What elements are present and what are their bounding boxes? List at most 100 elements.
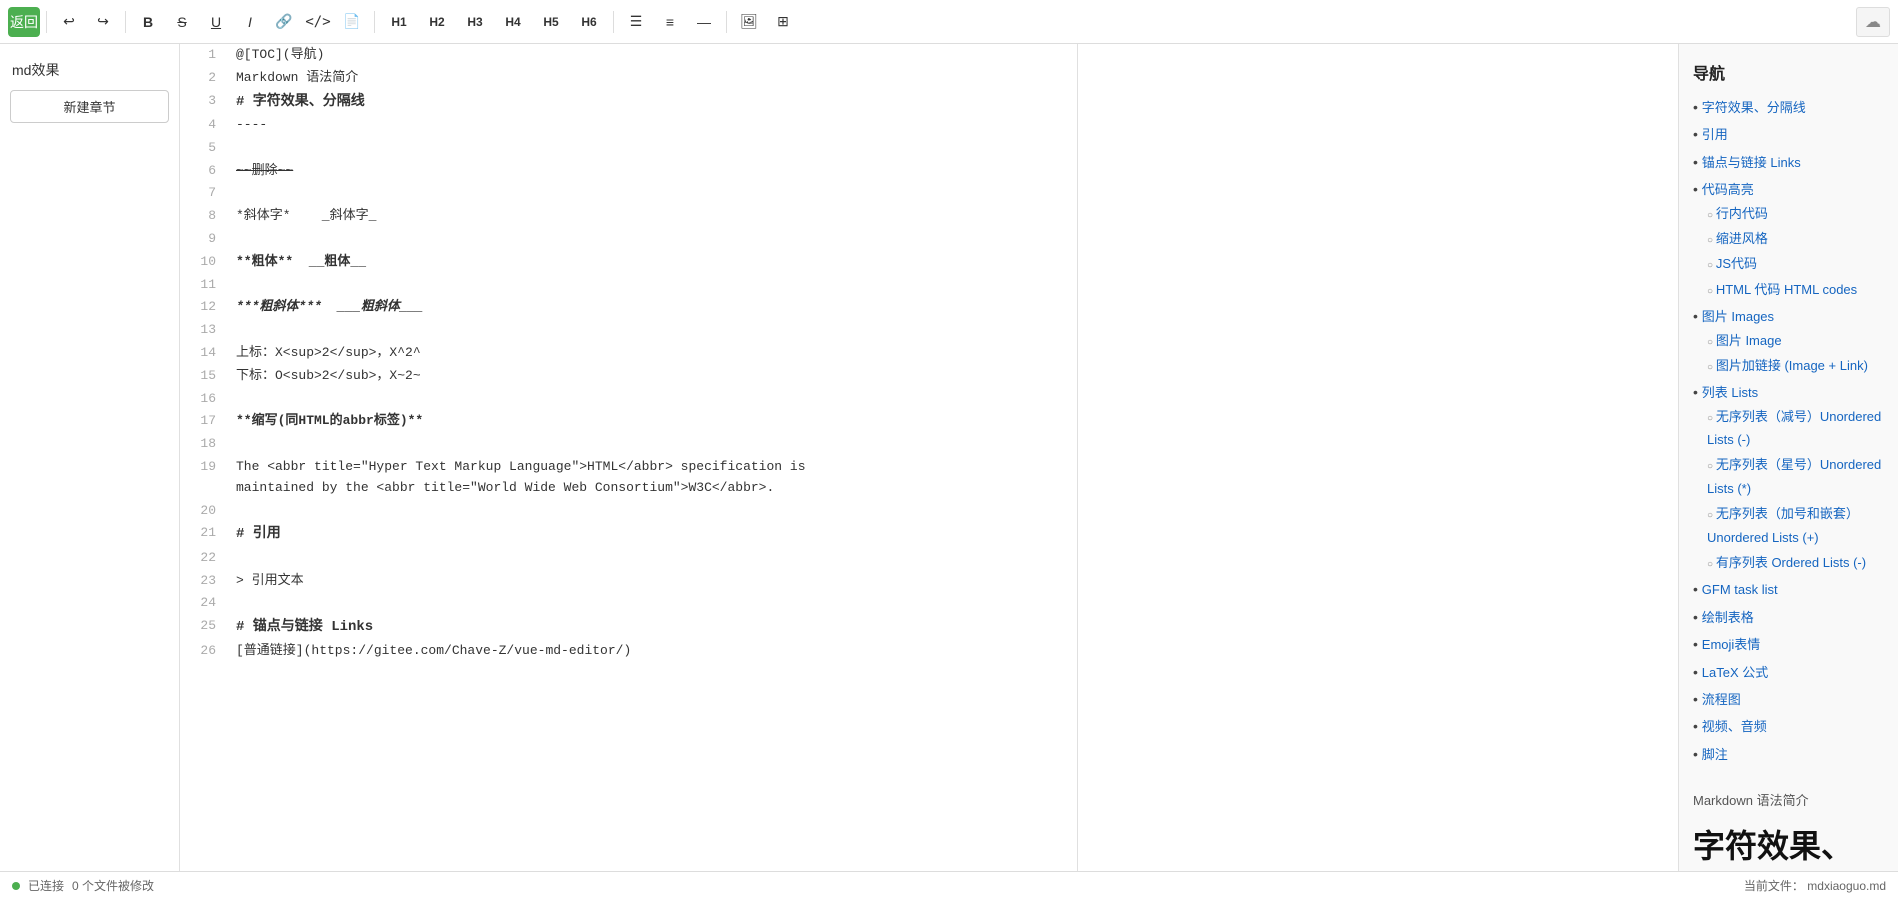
line-content[interactable]: ***粗斜体*** ___粗斜体___: [228, 296, 1077, 319]
line-content[interactable]: ----: [228, 114, 1077, 137]
h1-button[interactable]: H1: [381, 7, 417, 37]
status-right: 当前文件： mdxiaoguo.md: [1744, 877, 1886, 894]
ol-button[interactable]: ≡: [654, 7, 686, 37]
line-number: 19: [180, 456, 228, 500]
nav-sub-link[interactable]: HTML 代码 HTML codes: [1716, 282, 1857, 297]
line-content[interactable]: # 字符效果、分隔线: [228, 90, 1077, 114]
underline-icon: U: [211, 14, 221, 30]
code-line: 14上标：X<sup>2</sup>，X^2^: [180, 342, 1077, 365]
line-content[interactable]: [228, 388, 1077, 411]
line-number: 8: [180, 205, 228, 228]
line-content[interactable]: The <abbr title="Hyper Text Markup Langu…: [228, 456, 1077, 500]
nav-sub-link[interactable]: 图片 Image: [1716, 333, 1782, 348]
divider-2: [125, 11, 126, 33]
nav-link[interactable]: 绘制表格: [1702, 610, 1754, 625]
nav-item: LaTeX 公式: [1693, 661, 1884, 684]
nav-sub-link[interactable]: 有序列表 Ordered Lists (-): [1716, 555, 1866, 570]
nav-link[interactable]: 视频、音频: [1702, 719, 1767, 734]
line-content[interactable]: [228, 592, 1077, 615]
link-button[interactable]: 🔗: [268, 7, 300, 37]
code-block-button[interactable]: 📄: [336, 7, 368, 37]
line-content[interactable]: # 引用: [228, 522, 1077, 546]
line-content[interactable]: **粗体** __粗体__: [228, 251, 1077, 274]
cloud-save-button[interactable]: ☁: [1856, 7, 1890, 37]
line-content[interactable]: [228, 433, 1077, 456]
code-lines: 1@[TOC](导航)2Markdown 语法简介3# 字符效果、分隔线4---…: [180, 44, 1077, 662]
undo-button[interactable]: ↩: [53, 7, 85, 37]
hr-button[interactable]: —: [688, 7, 720, 37]
h3-button[interactable]: H3: [457, 7, 493, 37]
underline-button[interactable]: U: [200, 7, 232, 37]
line-content[interactable]: [228, 547, 1077, 570]
line-content[interactable]: [228, 228, 1077, 251]
code-line: 26[普通链接](https://gitee.com/Chave-Z/vue-m…: [180, 640, 1077, 663]
line-content[interactable]: [228, 319, 1077, 342]
nav-link[interactable]: GFM task list: [1702, 582, 1778, 597]
nav-sub-link[interactable]: 无序列表（星号）Unordered Lists (*): [1707, 457, 1881, 495]
line-content[interactable]: [228, 500, 1077, 523]
line-number: 22: [180, 547, 228, 570]
nav-link[interactable]: 代码高亮: [1702, 182, 1754, 197]
nav-sub-link[interactable]: 无序列表（减号）Unordered Lists (-): [1707, 409, 1881, 447]
nav-item: 图片 Images 图片 Image 图片加链接 (Image + Link): [1693, 305, 1884, 377]
back-button[interactable]: 返回: [8, 7, 40, 37]
line-content[interactable]: ~~删除~~: [228, 160, 1077, 183]
nav-sub-item: 缩进风格: [1707, 227, 1884, 250]
nav-link[interactable]: 字符效果、分隔线: [1702, 100, 1806, 115]
line-number: 18: [180, 433, 228, 456]
h6-button[interactable]: H6: [571, 7, 607, 37]
nav-link[interactable]: 流程图: [1702, 692, 1741, 707]
line-content[interactable]: 上标：X<sup>2</sup>，X^2^: [228, 342, 1077, 365]
line-content[interactable]: # 锚点与链接 Links: [228, 615, 1077, 639]
line-content[interactable]: Markdown 语法简介: [228, 67, 1077, 90]
code-line: 15下标：O<sub>2</sub>，X~2~: [180, 365, 1077, 388]
line-number: 3: [180, 90, 228, 114]
line-content[interactable]: *斜体字* _斜体字_: [228, 205, 1077, 228]
h4-button[interactable]: H4: [495, 7, 531, 37]
new-section-button[interactable]: 新建章节: [10, 90, 169, 123]
line-content[interactable]: [228, 274, 1077, 297]
nav-sub-link[interactable]: 行内代码: [1716, 206, 1768, 221]
h2-button[interactable]: H2: [419, 7, 455, 37]
editor-pane[interactable]: 1@[TOC](导航)2Markdown 语法简介3# 字符效果、分隔线4---…: [180, 44, 1078, 871]
image-button[interactable]: 🖼: [733, 7, 765, 37]
italic-button[interactable]: I: [234, 7, 266, 37]
line-content[interactable]: [普通链接](https://gitee.com/Chave-Z/vue-md-…: [228, 640, 1077, 663]
ul-button[interactable]: ☰: [620, 7, 652, 37]
nav-link[interactable]: 引用: [1702, 127, 1728, 142]
table-button[interactable]: ⊞: [767, 7, 799, 37]
nav-link[interactable]: Emoji表情: [1702, 637, 1761, 652]
line-content[interactable]: @[TOC](导航): [228, 44, 1077, 67]
nav-link[interactable]: 列表 Lists: [1702, 385, 1758, 400]
line-number: 13: [180, 319, 228, 342]
line-content[interactable]: 下标：O<sub>2</sub>，X~2~: [228, 365, 1077, 388]
nav-sub-item: 无序列表（星号）Unordered Lists (*): [1707, 453, 1884, 500]
redo-button[interactable]: ↪: [87, 7, 119, 37]
line-number: 24: [180, 592, 228, 615]
bold-button[interactable]: B: [132, 7, 164, 37]
code-inline-button[interactable]: </>: [302, 7, 334, 37]
nav-link[interactable]: 锚点与链接 Links: [1702, 155, 1801, 170]
line-content[interactable]: > 引用文本: [228, 570, 1077, 593]
link-icon: 🔗: [275, 13, 292, 30]
line-number: 15: [180, 365, 228, 388]
code-line: 12***粗斜体*** ___粗斜体___: [180, 296, 1077, 319]
ul-icon: ☰: [630, 13, 643, 30]
nav-item: Emoji表情: [1693, 633, 1884, 656]
line-content[interactable]: **缩写(同HTML的abbr标签)**: [228, 410, 1077, 433]
nav-sub-link[interactable]: 图片加链接 (Image + Link): [1716, 358, 1868, 373]
line-content[interactable]: [228, 182, 1077, 205]
code-line: 4----: [180, 114, 1077, 137]
code-line: 7: [180, 182, 1077, 205]
strikethrough-button[interactable]: S: [166, 7, 198, 37]
nav-link[interactable]: LaTeX 公式: [1702, 665, 1768, 680]
line-content[interactable]: [228, 137, 1077, 160]
code-line: 25# 锚点与链接 Links: [180, 615, 1077, 639]
nav-sub-link[interactable]: JS代码: [1716, 256, 1757, 271]
nav-link[interactable]: 图片 Images: [1702, 309, 1774, 324]
nav-sub-link[interactable]: 无序列表（加号和嵌套）Unordered Lists (+): [1707, 506, 1859, 544]
nav-link[interactable]: 脚注: [1702, 747, 1728, 762]
nav-sub-link[interactable]: 缩进风格: [1716, 231, 1768, 246]
h5-button[interactable]: H5: [533, 7, 569, 37]
line-number: 17: [180, 410, 228, 433]
